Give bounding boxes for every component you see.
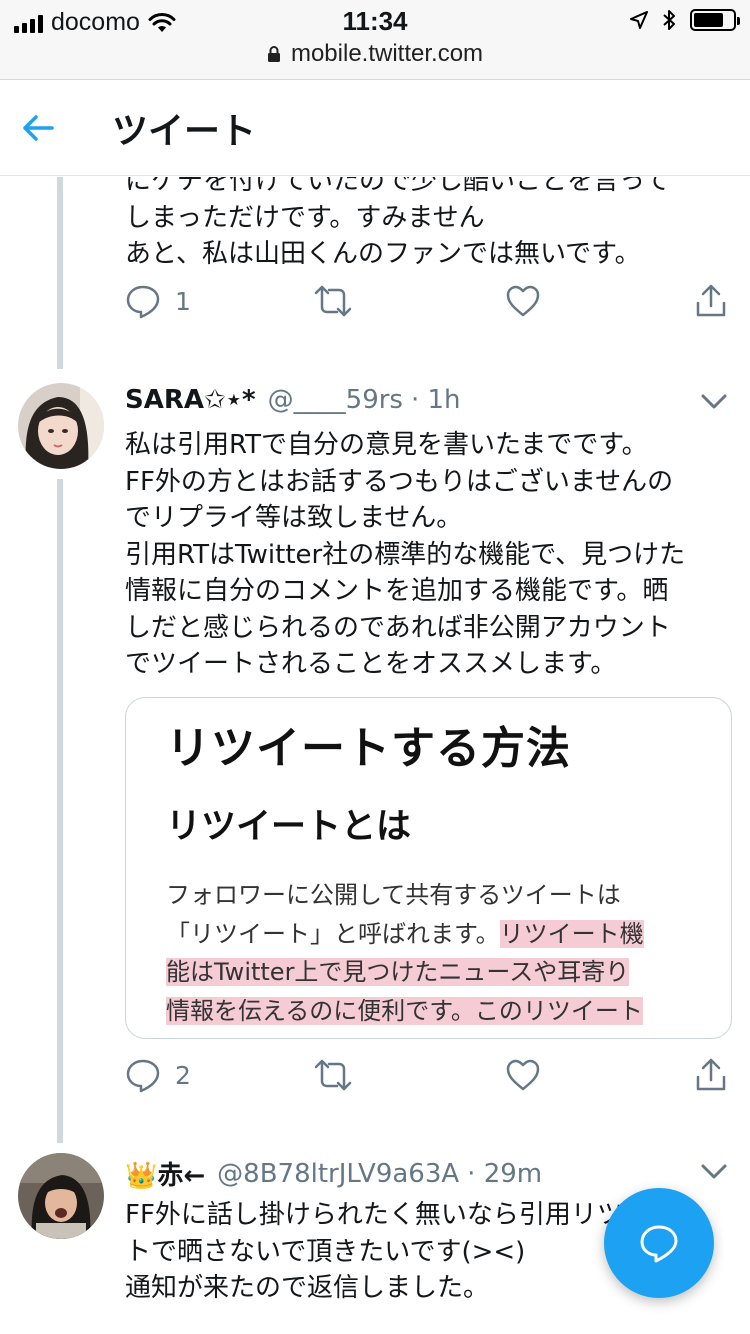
page-title: ツイート bbox=[112, 111, 257, 152]
avatar[interactable] bbox=[18, 1153, 104, 1239]
share-icon bbox=[696, 284, 726, 317]
page-header: ツイート bbox=[0, 80, 750, 176]
share-button[interactable] bbox=[693, 1057, 729, 1093]
retweet-icon bbox=[314, 1059, 352, 1091]
tweet-timeline: にケチを付けていたので少し酷いことを言って しまっただけです。すみません あと、… bbox=[0, 177, 750, 1334]
highlight-marker: 情報を伝えるのに便利です。このリツイート bbox=[166, 996, 643, 1025]
quoted-image-card[interactable]: リツイートする方法 リツイートとは フォロワーに公開して共有するツイートは 「リ… bbox=[125, 697, 732, 1039]
highlight-marker: 能はTwitter上で見つけたニュースや耳寄り bbox=[166, 958, 630, 986]
tweet-actions: 2 bbox=[125, 1057, 737, 1101]
card-subheading: リツイートとは bbox=[166, 807, 412, 847]
reply-button[interactable]: 2 bbox=[125, 1057, 191, 1093]
like-icon bbox=[506, 285, 540, 317]
tweet-text: 私は引用RTで自分の意見を書いたまでです。 FF外の方とはお話するつもりはござい… bbox=[125, 430, 686, 679]
thread-line bbox=[57, 177, 63, 369]
location-icon bbox=[630, 11, 648, 29]
like-icon bbox=[506, 1059, 540, 1091]
url-text: mobile.twitter.com bbox=[290, 40, 484, 67]
battery-icon bbox=[690, 9, 740, 31]
card-paragraph: フォロワーに公開して共有するツイートは 「リツイート」と呼ばれます。リツイート機… bbox=[166, 881, 644, 1025]
status-right bbox=[630, 9, 740, 31]
tweet-header: SARA✩⋆* @____59rs · 1h bbox=[125, 385, 461, 415]
lock-icon bbox=[267, 46, 280, 62]
reply-icon bbox=[126, 285, 160, 319]
like-button[interactable] bbox=[505, 1057, 541, 1093]
retweet-icon bbox=[314, 285, 352, 317]
compose-button[interactable] bbox=[604, 1188, 714, 1298]
thread-line bbox=[57, 479, 63, 1143]
retweet-button[interactable] bbox=[313, 283, 353, 319]
retweet-button[interactable] bbox=[313, 1057, 353, 1093]
like-button[interactable] bbox=[505, 283, 541, 319]
tweet-header: 👑赤← @8B78ltrJLV9a63A · 29m bbox=[125, 1155, 542, 1192]
reply-count: 1 bbox=[175, 286, 191, 316]
card-heading: リツイートする方法 bbox=[166, 723, 571, 774]
user-handle[interactable]: @____59rs bbox=[268, 385, 403, 415]
chevron-down-icon[interactable] bbox=[700, 1163, 728, 1181]
reply-button[interactable]: 1 bbox=[125, 283, 191, 319]
tweet-actions: 1 bbox=[125, 283, 737, 327]
display-name[interactable]: 👑赤← bbox=[125, 1155, 205, 1192]
highlight-marker: リツイート機 bbox=[499, 919, 644, 948]
user-handle[interactable]: @8B78ltrJLV9a63A bbox=[217, 1159, 459, 1189]
avatar[interactable] bbox=[18, 383, 104, 469]
url-bar[interactable]: mobile.twitter.com bbox=[0, 40, 750, 68]
chevron-down-icon[interactable] bbox=[700, 393, 728, 411]
tweet-time: · 29m bbox=[467, 1158, 543, 1189]
compose-icon bbox=[640, 1225, 678, 1263]
display-name[interactable]: SARA✩⋆* bbox=[125, 385, 256, 415]
bluetooth-icon bbox=[663, 10, 675, 30]
reply-count: 2 bbox=[175, 1060, 191, 1090]
status-bar: docomo 11:34 mobile.twitter.com bbox=[0, 0, 750, 80]
reply-icon bbox=[126, 1059, 160, 1093]
tweet-time: · 1h bbox=[410, 385, 461, 415]
share-icon bbox=[696, 1058, 726, 1091]
tweet-text: にケチを付けていたので少し酷いことを言って しまっただけです。すみません あと、… bbox=[125, 177, 670, 269]
back-arrow-icon[interactable] bbox=[20, 110, 56, 146]
share-button[interactable] bbox=[693, 283, 729, 319]
